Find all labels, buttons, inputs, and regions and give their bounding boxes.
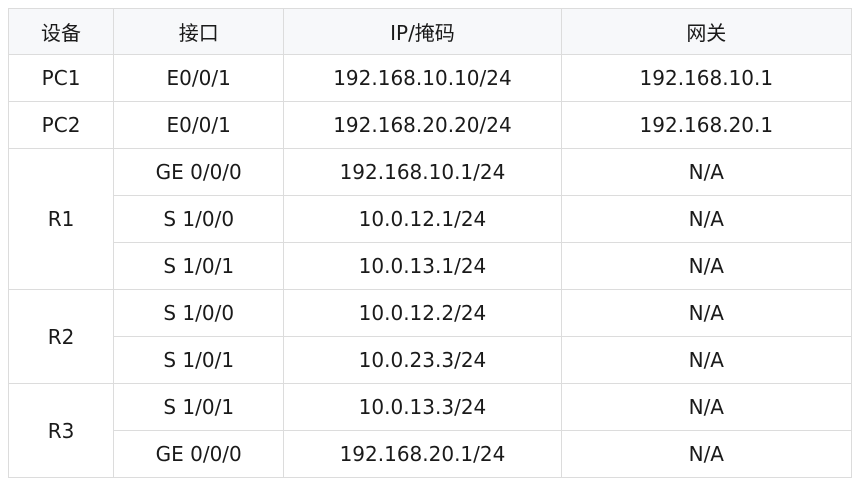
device-cell: R1 (7, 148, 115, 290)
table-row: R2 S 1/0/0 10.0.12.2/24 N/A (7, 289, 853, 384)
interface-cell: GE 0/0/0 (113, 148, 285, 196)
gateway-cell: N/A (560, 242, 853, 290)
device-cell: PC2 (7, 101, 115, 149)
gateway-cell: N/A (560, 195, 853, 243)
gateway-cell: N/A (560, 148, 853, 196)
header-interface: 接口 (113, 8, 285, 55)
gateway-cell: 192.168.10.1 (560, 54, 853, 102)
table-row: R1 GE 0/0/0 192.168.10.1/24 N/A (7, 148, 853, 290)
gateway-cell: 192.168.20.1 (560, 101, 853, 149)
ip-mask-cell: 10.0.12.1/24 (283, 195, 562, 243)
table-body: PC1 E0/0/1 192.168.10.10/24 192.168.10.1 PC2… (7, 54, 853, 478)
ip-mask-cell: 10.0.13.3/24 (283, 383, 562, 431)
table-row: S 1/0/1 10.0.23.3/24 N/A (9, 336, 853, 384)
ip-mask-cell: 192.168.20.1/24 (283, 430, 562, 478)
ip-mask-cell: 10.0.13.1/24 (283, 242, 562, 290)
ip-mask-cell: 10.0.23.3/24 (283, 336, 562, 384)
table-row: PC2 E0/0/1 192.168.20.20/24 192.168.20.1 (7, 101, 853, 149)
ip-mask-cell: 192.168.10.10/24 (283, 54, 562, 102)
table-row: GE 0/0/0 192.168.20.1/24 N/A (9, 430, 853, 478)
table-row: S 1/0/0 10.0.12.1/24 N/A (9, 195, 853, 243)
header-gateway: 网关 (560, 8, 853, 55)
table-row: PC1 E0/0/1 192.168.10.10/24 192.168.10.1 (7, 54, 853, 102)
header-ip-mask: IP/掩码 (283, 8, 562, 55)
ip-mask-cell: 10.0.12.2/24 (283, 289, 562, 337)
device-cell: PC1 (7, 54, 115, 102)
header-row: 设备 接口 IP/掩码 网关 (7, 8, 853, 55)
device-cell: R3 (7, 383, 115, 478)
table-row: R3 S 1/0/1 10.0.13.3/24 N/A (7, 383, 853, 478)
device-cell: R2 (7, 289, 115, 384)
gateway-cell: N/A (560, 430, 853, 478)
ip-address-table: 设备 接口 IP/掩码 网关 PC1 E0/0/1 192.168.10.10/24… (7, 8, 853, 478)
interface-cell: S 1/0/0 (113, 289, 285, 337)
gateway-cell: N/A (560, 336, 853, 384)
gateway-cell: N/A (560, 289, 853, 337)
interface-cell: S 1/0/1 (113, 242, 285, 290)
ip-mask-cell: 192.168.10.1/24 (283, 148, 562, 196)
interface-cell: GE 0/0/0 (113, 430, 285, 478)
interface-cell: E0/0/1 (113, 101, 285, 149)
ip-mask-cell: 192.168.20.20/24 (283, 101, 562, 149)
table-row: S 1/0/1 10.0.13.1/24 N/A (9, 242, 853, 290)
interface-cell: S 1/0/1 (113, 383, 285, 431)
interface-cell: S 1/0/1 (113, 336, 285, 384)
interface-cell: S 1/0/0 (113, 195, 285, 243)
gateway-cell: N/A (560, 383, 853, 431)
header-device: 设备 (7, 8, 115, 55)
interface-cell: E0/0/1 (113, 54, 285, 102)
table-header: 设备 接口 IP/掩码 网关 (7, 8, 853, 55)
